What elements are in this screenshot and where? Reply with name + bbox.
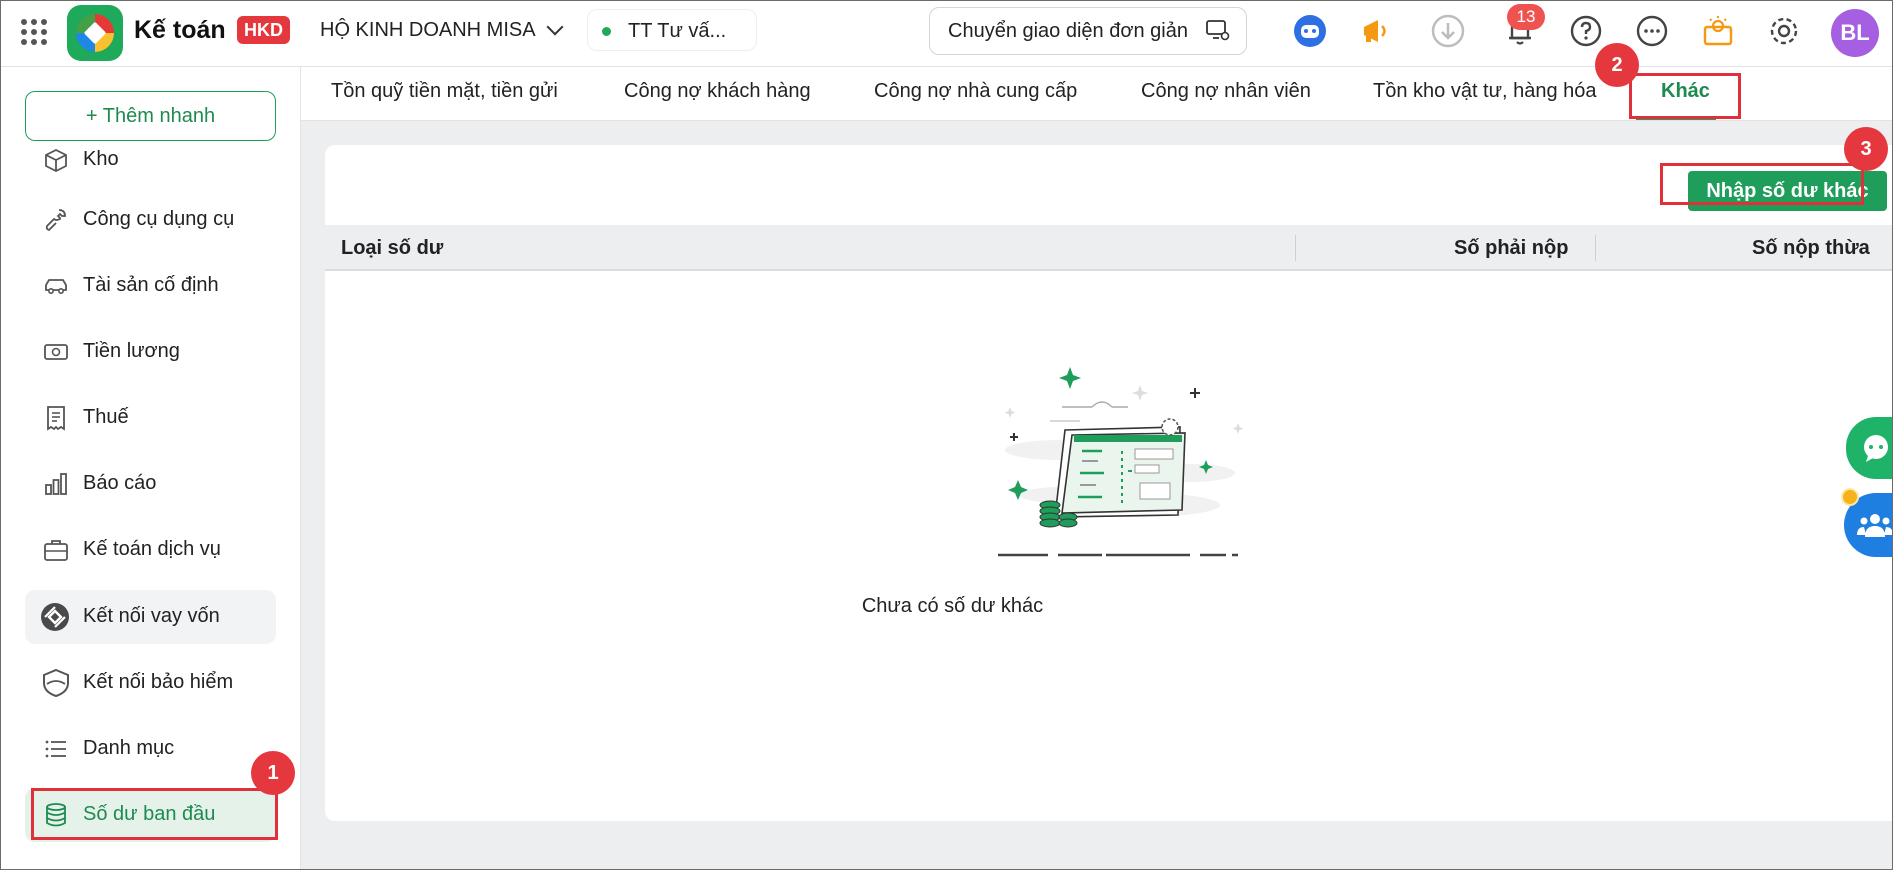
more-options-icon[interactable] <box>1635 14 1669 48</box>
gear-icon[interactable] <box>1767 14 1801 48</box>
app-grid-icon[interactable] <box>21 19 49 47</box>
balance-card: Nhập số dư khác Loại số dư Số phải nộp S… <box>325 145 1892 821</box>
simple-mode-button[interactable]: Chuyển giao diện đơn giản <box>929 7 1247 55</box>
sidebar-item-danh-muc[interactable]: Danh mục <box>25 722 276 776</box>
status-pill[interactable]: TT Tư vấ... <box>587 9 757 51</box>
sidebar-item-label: Báo cáo <box>83 472 157 494</box>
sidebar-item-thue[interactable]: Thuế <box>25 391 276 445</box>
help-icon[interactable] <box>1569 14 1603 48</box>
sidebar-item-ket-noi-vay-von[interactable]: Kết nối vay vốn <box>25 590 276 644</box>
briefcase-icon <box>44 540 68 561</box>
shield-icon <box>43 668 69 698</box>
app-logo <box>67 5 123 61</box>
app-badge: HKD <box>237 16 290 44</box>
sidebar-item-bao-cao[interactable]: Báo cáo <box>25 457 276 511</box>
car-icon <box>45 279 67 295</box>
main-content: Tồn quỹ tiền mặt, tiền gửi Công nợ khách… <box>301 67 1892 869</box>
sidebar-item-label: Kết nối vay vốn <box>83 605 220 627</box>
status-text: TT Tư vấ... <box>628 20 727 42</box>
tab-ton-kho[interactable]: Tồn kho vật tư, hàng hóa <box>1373 80 1597 103</box>
annotation-step-1: 1 <box>251 751 295 795</box>
empty-state-text: Chưa có số dư khác <box>861 595 1044 617</box>
app-title: Kế toán <box>134 16 226 44</box>
bar-chart-icon <box>45 473 67 495</box>
column-header-so-nop-thua[interactable]: Số nộp thừa <box>1752 237 1870 260</box>
tab-cong-no-nha-cung-cap[interactable]: Công nợ nhà cung cấp <box>874 80 1077 103</box>
simple-mode-label: Chuyển giao diện đơn giản <box>948 19 1188 42</box>
sidebar-item-ket-noi-bao-hiem[interactable]: Kết nối bảo hiểm <box>25 656 276 710</box>
app-window: Kế toán HKD HỘ KINH DOANH MISA TT Tư vấ.… <box>0 0 1893 870</box>
sidebar-item-label: Danh mục <box>83 737 175 759</box>
sidebar-item-cong-cu-dung-cu[interactable]: Công cụ dụng cụ <box>25 193 276 247</box>
column-divider[interactable] <box>1295 235 1296 261</box>
notification-badge: 13 <box>1507 4 1545 30</box>
sidebar-item-label: Tài sản cố định <box>83 274 219 296</box>
annotation-step-3: 3 <box>1844 127 1888 171</box>
money-icon <box>44 344 68 360</box>
list-icon <box>45 740 66 758</box>
annotation-box-tab-khac <box>1629 73 1741 119</box>
wrench-icon <box>45 209 66 232</box>
download-icon[interactable] <box>1431 14 1465 48</box>
column-header-loai-so-du[interactable]: Loại số dư <box>341 237 443 260</box>
tab-cong-no-khach-hang[interactable]: Công nợ khách hàng <box>624 80 811 103</box>
sidebar-item-label: Kế toán dịch vụ <box>83 538 221 560</box>
sidebar-item-kho[interactable]: Kho <box>25 141 276 195</box>
quick-add-button[interactable]: + Thêm nhanh <box>25 91 276 141</box>
link-loan-icon <box>41 603 69 631</box>
tab-cong-no-nhan-vien[interactable]: Công nợ nhân viên <box>1141 80 1311 103</box>
sidebar-item-label: Thuế <box>83 406 129 428</box>
sidebar-item-label: Công cụ dụng cụ <box>83 208 235 230</box>
box-icon <box>45 148 67 173</box>
empty-state-illustration <box>998 367 1244 557</box>
assistant-bot-icon[interactable] <box>1293 14 1327 48</box>
sidebar-item-tai-san-co-dinh[interactable]: Tài sản cố định <box>25 259 276 313</box>
sidebar-item-tien-luong[interactable]: Tiền lương <box>25 325 276 379</box>
sidebar: + Thêm nhanh Kho Công cụ dụng cụ Tài sản… <box>1 67 301 869</box>
users-group-icon <box>1857 514 1892 537</box>
monitor-settings-icon <box>1206 20 1230 41</box>
sidebar-item-label: Tiền lương <box>83 340 180 362</box>
idea-board-icon[interactable] <box>1701 14 1735 48</box>
annotation-box-add-button <box>1660 163 1864 205</box>
user-avatar[interactable]: BL <box>1831 9 1879 57</box>
chevron-down-icon[interactable] <box>546 18 564 36</box>
chat-bubble-icon <box>1864 435 1888 462</box>
tab-ton-quy[interactable]: Tồn quỹ tiền mặt, tiền gửi <box>331 80 558 103</box>
table-header: Loại số dư Số phải nộp Số nộp thừa <box>325 225 1892 271</box>
column-header-so-phai-nop[interactable]: Số phải nộp <box>1454 237 1568 260</box>
organization-selector[interactable]: HỘ KINH DOANH MISA <box>320 19 536 42</box>
sidebar-item-ke-toan-dich-vu[interactable]: Kế toán dịch vụ <box>25 523 276 577</box>
column-divider[interactable] <box>1595 235 1596 261</box>
megaphone-icon[interactable] <box>1359 14 1393 48</box>
sidebar-item-label: Kết nối bảo hiểm <box>83 671 234 693</box>
community-widget-dot <box>1841 488 1859 506</box>
receipt-icon <box>47 406 65 431</box>
sidebar-item-label: Kho <box>83 148 119 170</box>
online-status-dot <box>602 27 611 36</box>
annotation-box-sidebar-item <box>31 788 278 840</box>
annotation-step-2: 2 <box>1595 43 1639 87</box>
